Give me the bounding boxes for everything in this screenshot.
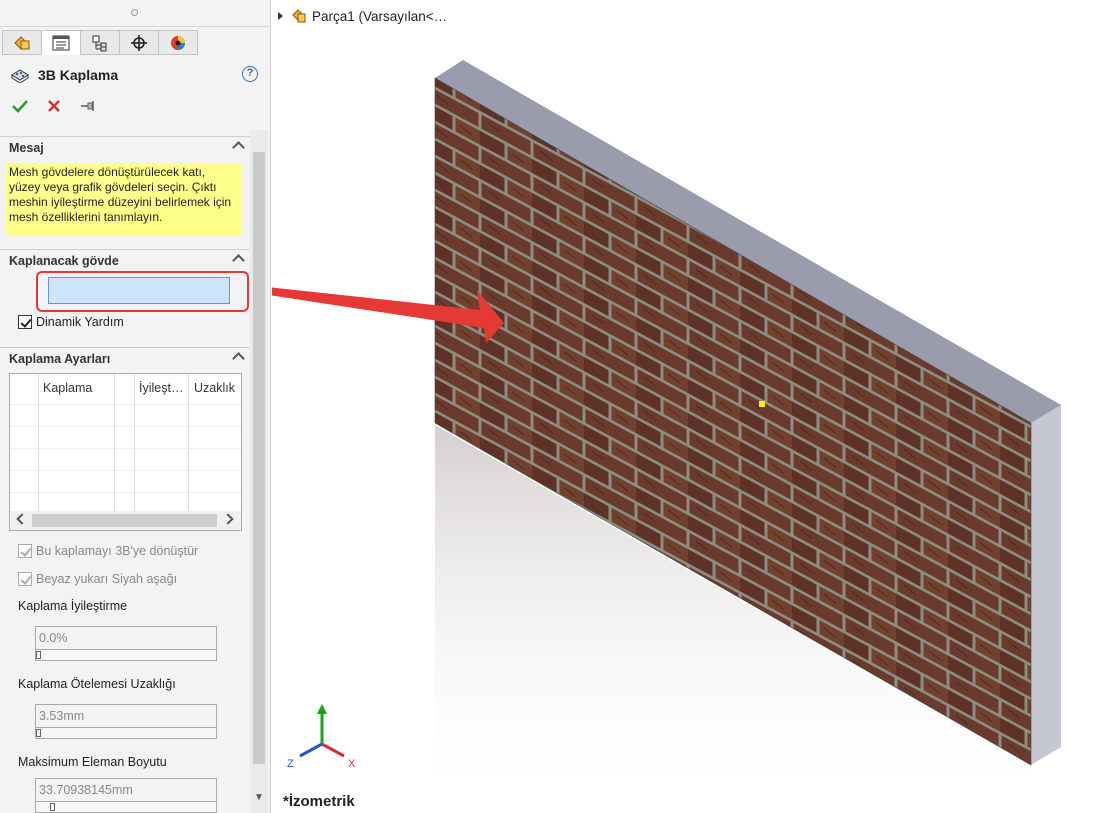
panel-scroll-area: Mesaj Mesh gövdelere dönüştürülecek katı…	[0, 130, 250, 813]
ok-check-icon	[12, 100, 28, 113]
offset-slider[interactable]	[35, 728, 217, 739]
horizontal-scrollbar[interactable]	[10, 511, 241, 530]
dimxpert-icon	[131, 34, 147, 51]
max-size-field[interactable]: 33.70938145mm	[35, 778, 217, 802]
max-size-label: Maksimum Eleman Boyutu	[18, 755, 167, 769]
property-manager-panel: 3B Kaplama ? Mesaj Mesh gövdelere dönüşt…	[0, 0, 271, 813]
help-icon[interactable]: ?	[242, 66, 258, 82]
table-row	[10, 448, 241, 449]
manager-tabs	[2, 30, 198, 55]
panel-actions	[10, 96, 98, 116]
ok-button[interactable]	[10, 96, 30, 116]
message-box: Mesh gövdelere dönüştürülecek katı, yüze…	[6, 163, 242, 235]
view-orientation-label: *İzometrik	[283, 793, 355, 810]
property-manager-icon	[52, 35, 70, 50]
column-header[interactable]: İyileşt…	[139, 381, 187, 395]
offset-field[interactable]: 3.53mm	[35, 704, 217, 728]
chevron-up-icon[interactable]	[232, 254, 245, 267]
scrollbar-thumb[interactable]	[253, 152, 265, 764]
panel-grip-icon[interactable]	[131, 9, 138, 16]
table-row	[10, 404, 241, 405]
table-row	[10, 470, 241, 471]
configuration-manager-icon	[92, 35, 107, 51]
checkbox-label: Dinamik Yardım	[36, 315, 124, 329]
section-title: Kaplama Ayarları	[9, 351, 111, 366]
pin-button[interactable]	[78, 96, 98, 116]
offset-label: Kaplama Ötelemesi Uzaklığı	[18, 677, 176, 691]
slider-knob[interactable]	[50, 803, 55, 811]
3d-texture-icon	[11, 69, 29, 83]
slider-knob[interactable]	[36, 729, 41, 737]
dynamic-help-row[interactable]: Dinamik Yardım	[18, 315, 124, 329]
table-row	[10, 426, 241, 427]
tab-property-manager[interactable]	[41, 30, 81, 55]
chevron-up-icon[interactable]	[232, 352, 245, 365]
chevron-down-icon[interactable]: ▼	[254, 792, 264, 803]
chevron-up-icon[interactable]	[232, 141, 245, 154]
column-header[interactable]: Uzaklık	[194, 381, 240, 395]
table-row	[10, 492, 241, 493]
column-header[interactable]: Kaplama	[43, 381, 113, 395]
cancel-button[interactable]	[44, 96, 64, 116]
section-header-settings[interactable]: Kaplama Ayarları	[0, 347, 250, 369]
chevron-left-icon[interactable]	[16, 513, 28, 525]
feature-manager-icon	[14, 35, 30, 50]
tab-configuration-manager[interactable]	[80, 30, 120, 55]
texture-settings-table[interactable]: Kaplama İyileşt… Uzaklık	[9, 373, 242, 531]
convert-3d-row[interactable]: Bu kaplamayı 3B'ye dönüştür	[18, 544, 198, 558]
section-header-body[interactable]: Kaplanacak gövde	[0, 249, 250, 271]
table-column	[115, 374, 135, 511]
chevron-right-icon[interactable]	[222, 513, 234, 525]
pin-icon	[81, 101, 94, 111]
display-manager-icon	[171, 35, 185, 50]
white-up-checkbox[interactable]	[18, 572, 32, 586]
cancel-x-icon	[48, 100, 60, 112]
max-size-slider[interactable]	[35, 802, 217, 813]
panel-title: 3B Kaplama	[38, 67, 119, 83]
axis-triad: Y X Z	[287, 704, 356, 770]
axis-label-z: Z	[287, 758, 294, 770]
section-header-message[interactable]: Mesaj	[0, 136, 250, 158]
table-column	[10, 374, 39, 511]
origin-point[interactable]	[759, 401, 765, 407]
checkbox-label: Bu kaplamayı 3B'ye dönüştür	[36, 544, 199, 558]
refine-field[interactable]: 0.0%	[35, 626, 217, 650]
divider	[0, 26, 271, 27]
axis-label-y: Y	[318, 709, 325, 720]
white-up-row[interactable]: Beyaz yukarı Siyah aşağı	[18, 572, 177, 586]
tab-feature-manager[interactable]	[2, 30, 42, 55]
model-view: Y X Z	[272, 60, 1061, 813]
body-selection-box[interactable]	[48, 277, 230, 304]
axis-label-x: X	[348, 758, 356, 770]
refine-label: Kaplama İyileştirme	[18, 599, 128, 613]
section-title: Kaplanacak gövde	[9, 253, 119, 268]
graphics-area[interactable]: Parça1 (Varsayılan<… Y X Z *İzometrik	[272, 0, 1112, 813]
scrollbar-thumb[interactable]	[32, 514, 217, 527]
section-title: Mesaj	[9, 140, 44, 155]
vertical-scrollbar[interactable]: ▼	[250, 130, 268, 813]
dynamic-help-checkbox[interactable]	[18, 315, 32, 329]
wall-side-face	[1031, 405, 1061, 765]
refine-slider[interactable]	[35, 650, 217, 661]
tab-dimxpert[interactable]	[119, 30, 159, 55]
checkbox-label: Beyaz yukarı Siyah aşağı	[36, 572, 178, 586]
tab-display-manager[interactable]	[158, 30, 198, 55]
slider-knob[interactable]	[36, 651, 41, 659]
panel-title-row: 3B Kaplama ?	[10, 64, 262, 86]
convert-3d-checkbox[interactable]	[18, 544, 32, 558]
